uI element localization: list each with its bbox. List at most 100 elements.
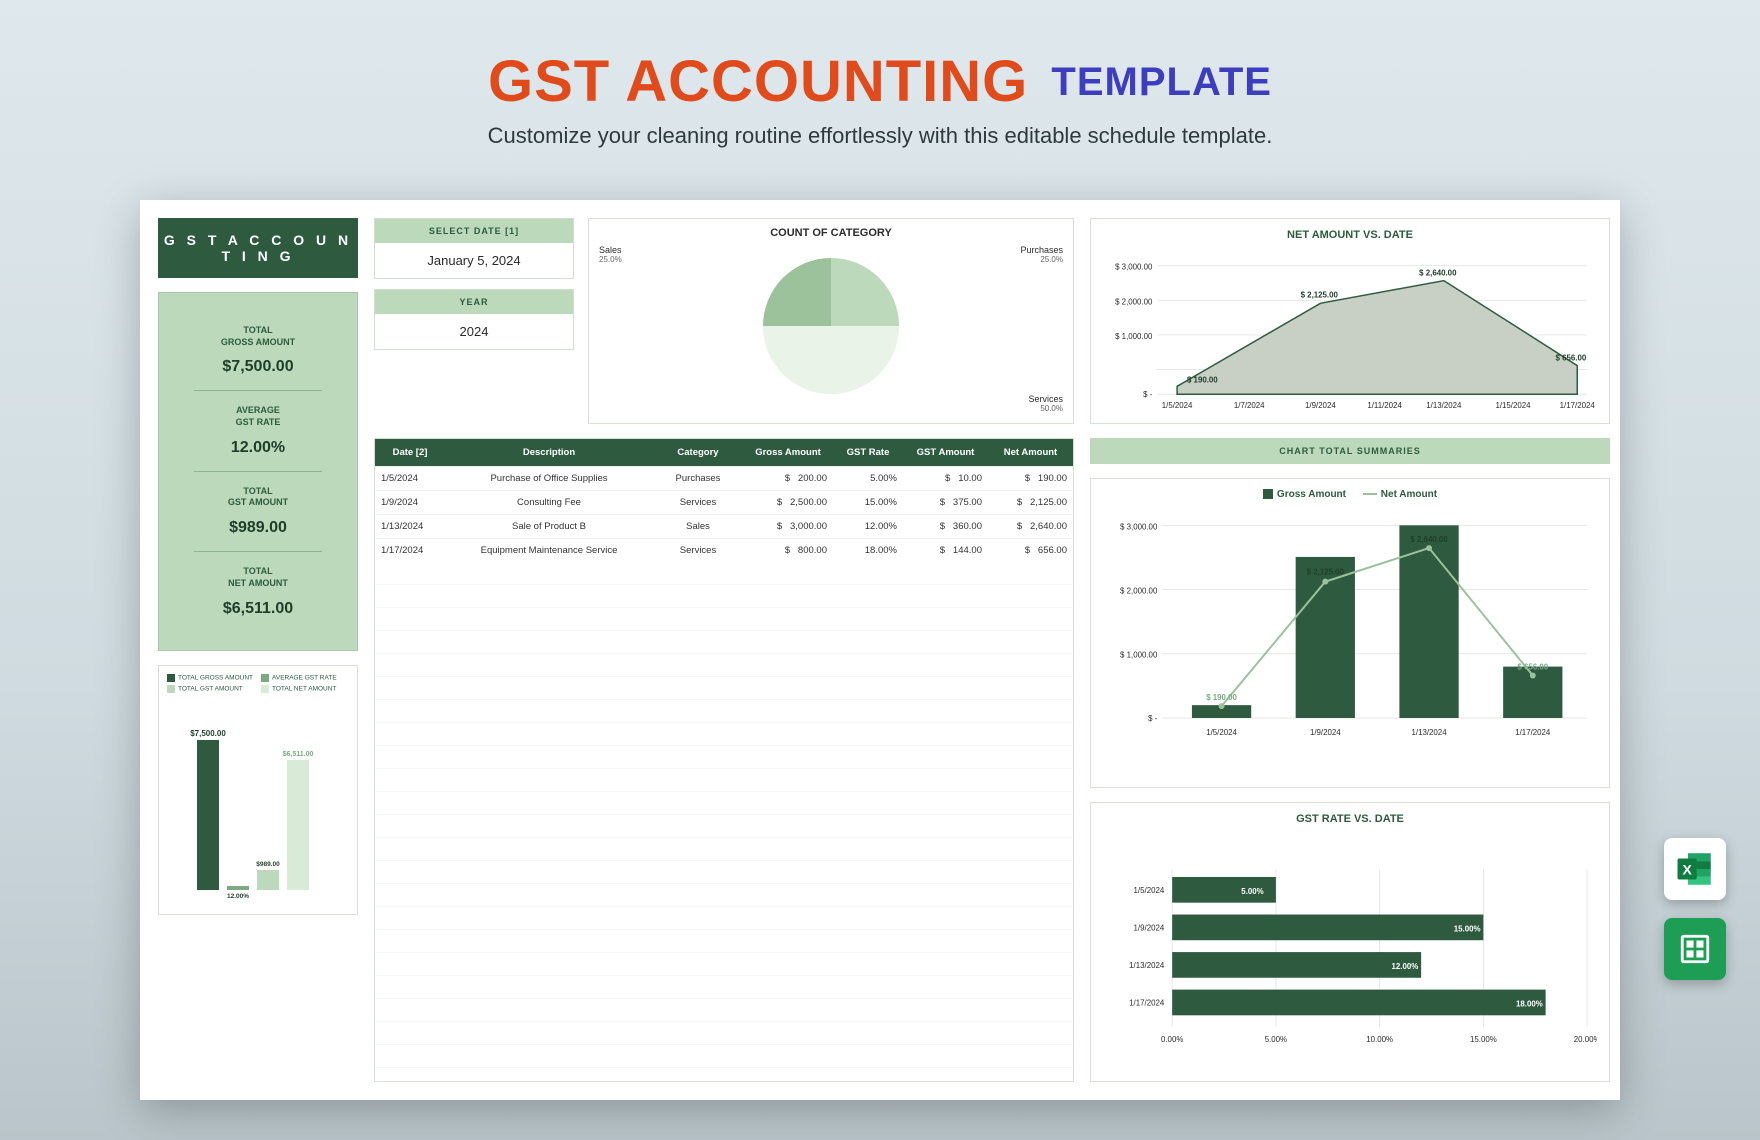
svg-text:$7,500.00: $7,500.00 <box>190 729 226 738</box>
svg-text:$ -: $ - <box>1148 714 1158 723</box>
pie-title: COUNT OF CATEGORY <box>603 227 1059 239</box>
legend-gst-amt: TOTAL GST AMOUNT <box>167 685 255 693</box>
svg-text:$ 190.00: $ 190.00 <box>1206 693 1237 702</box>
google-sheets-icon <box>1664 918 1726 980</box>
year-picker[interactable]: YEAR 2024 <box>374 289 574 350</box>
combo-svg: $ 3,000.00 $ 2,000.00 $ 1,000.00 $ - $ 1… <box>1103 504 1597 764</box>
mini-bars-svg: $7,500.00 12.00% $989.00 $6,511.00 <box>177 716 347 904</box>
date-picker-label: SELECT DATE [1] <box>375 219 573 243</box>
left-column: G S T A C C O U N T I N G TOTALGROSS AMO… <box>158 218 358 1082</box>
template-canvas: G S T A C C O U N T I N G TOTALGROSS AMO… <box>140 200 1620 1100</box>
svg-text:1/7/2024: 1/7/2024 <box>1234 401 1265 410</box>
hbar-title: GST RATE VS. DATE <box>1103 813 1597 825</box>
stat-net-label: TOTALNET AMOUNT <box>167 566 349 589</box>
title-main: GST ACCOUNTING <box>488 49 1028 114</box>
line-icon <box>1363 493 1377 495</box>
table-row[interactable]: 1/13/2024Sale of Product BSales$ 3,000.0… <box>375 515 1073 539</box>
svg-text:10.00%: 10.00% <box>1366 1035 1393 1044</box>
stat-gross-label: TOTALGROSS AMOUNT <box>167 325 349 348</box>
svg-text:1/5/2024: 1/5/2024 <box>1206 728 1237 737</box>
stat-net-value: $6,511.00 <box>167 600 349 618</box>
table-row[interactable]: 1/5/2024Purchase of Office SuppliesPurch… <box>375 467 1073 491</box>
svg-text:1/5/2024: 1/5/2024 <box>1134 886 1165 895</box>
svg-text:$ 1,000.00: $ 1,000.00 <box>1120 651 1158 660</box>
pie-label-services: Services50.0% <box>1028 394 1063 413</box>
svg-text:$ 2,000.00: $ 2,000.00 <box>1115 297 1153 306</box>
net-chart-title: NET AMOUNT VS. DATE <box>1103 229 1597 241</box>
svg-text:18.00%: 18.00% <box>1516 999 1543 1008</box>
marketing-header: GST ACCOUNTING TEMPLATE Customize your c… <box>0 0 1760 149</box>
svg-text:1/13/2024: 1/13/2024 <box>1426 401 1462 410</box>
svg-text:1/9/2024: 1/9/2024 <box>1310 728 1341 737</box>
svg-text:$ 2,125.00: $ 2,125.00 <box>1307 568 1345 577</box>
category-pie-chart: COUNT OF CATEGORY Sales25.0% Purcha <box>588 218 1074 424</box>
table-row[interactable]: 1/17/2024Equipment Maintenance ServiceSe… <box>375 539 1073 563</box>
table-row[interactable]: 1/9/2024Consulting FeeServices$ 2,500.00… <box>375 491 1073 515</box>
format-badges: X <box>1664 838 1726 980</box>
svg-text:$ 2,125.00: $ 2,125.00 <box>1301 290 1339 299</box>
svg-text:$ -: $ - <box>1143 390 1153 399</box>
panel-heading: G S T A C C O U N T I N G <box>158 218 358 278</box>
svg-text:1/13/2024: 1/13/2024 <box>1411 728 1447 737</box>
svg-text:1/15/2024: 1/15/2024 <box>1495 401 1531 410</box>
stat-net: TOTALNET AMOUNT $6,511.00 <box>167 552 349 631</box>
svg-text:1/17/2024: 1/17/2024 <box>1560 401 1596 410</box>
svg-text:20.00%: 20.00% <box>1574 1035 1597 1044</box>
svg-text:$989.00: $989.00 <box>256 861 280 868</box>
legend-gross: TOTAL GROSS AMOUNT <box>167 674 255 682</box>
stat-avg-rate-label: AVERAGEGST RATE <box>167 405 349 428</box>
legend-avg-rate: AVERAGE GST RATE <box>261 674 349 682</box>
title-suffix: TEMPLATE <box>1051 60 1272 104</box>
svg-text:$ 1,000.00: $ 1,000.00 <box>1115 332 1153 341</box>
page-title: GST ACCOUNTING TEMPLATE <box>0 48 1760 115</box>
svg-text:12.00%: 12.00% <box>1391 962 1418 971</box>
legend-net-amt: TOTAL NET AMOUNT <box>261 685 349 693</box>
empty-rows <box>375 562 1073 1081</box>
svg-text:$ 2,640.00: $ 2,640.00 <box>1419 269 1457 278</box>
excel-icon: X <box>1664 838 1726 900</box>
svg-text:$ 3,000.00: $ 3,000.00 <box>1120 522 1158 531</box>
svg-text:0.00%: 0.00% <box>1161 1035 1183 1044</box>
pie-label-purchases: Purchases25.0% <box>1020 245 1063 264</box>
filters: SELECT DATE [1] January 5, 2024 YEAR 202… <box>374 218 574 350</box>
stat-gst-amount-label: TOTALGST AMOUNT <box>167 486 349 509</box>
stat-gross: TOTALGROSS AMOUNT $7,500.00 <box>167 311 349 390</box>
svg-text:$ 656.00: $ 656.00 <box>1517 663 1548 672</box>
svg-text:1/9/2024: 1/9/2024 <box>1134 923 1165 932</box>
gst-rate-hbar-chart: GST RATE VS. DATE 5.00% 15.00% 12.00% 18… <box>1090 802 1610 1082</box>
summary-stats: TOTALGROSS AMOUNT $7,500.00 AVERAGEGST R… <box>158 292 358 651</box>
svg-text:1/9/2024: 1/9/2024 <box>1305 401 1336 410</box>
right-column: NET AMOUNT VS. DATE $ 3,000.00 $ 2,000.0… <box>1090 218 1610 1082</box>
stat-gross-value: $7,500.00 <box>167 358 349 376</box>
gross-net-combo-chart: Gross Amount Net Amount $ 3,000.00 $ 2,0… <box>1090 478 1610 788</box>
year-picker-value: 2024 <box>375 314 573 349</box>
square-icon <box>1263 489 1273 499</box>
page-subtitle: Customize your cleaning routine effortle… <box>0 123 1760 149</box>
date-picker-value: January 5, 2024 <box>375 243 573 278</box>
stat-avg-rate-value: 12.00% <box>167 439 349 457</box>
svg-text:5.00%: 5.00% <box>1241 887 1263 896</box>
svg-text:5.00%: 5.00% <box>1265 1035 1287 1044</box>
svg-text:$ 2,640.00: $ 2,640.00 <box>1410 535 1448 544</box>
combo-legend: Gross Amount Net Amount <box>1103 489 1597 500</box>
pie-svg <box>746 241 916 411</box>
table-body: 1/5/2024Purchase of Office SuppliesPurch… <box>375 467 1073 563</box>
svg-text:1/17/2024: 1/17/2024 <box>1515 728 1551 737</box>
svg-text:15.00%: 15.00% <box>1470 1035 1497 1044</box>
totals-bar-chart: TOTAL GROSS AMOUNT AVERAGE GST RATE TOTA… <box>158 665 358 915</box>
year-picker-label: YEAR <box>375 290 573 314</box>
svg-text:12.00%: 12.00% <box>227 893 249 900</box>
svg-text:$ 190.00: $ 190.00 <box>1187 375 1218 384</box>
svg-text:1/13/2024: 1/13/2024 <box>1129 961 1165 970</box>
transactions-table: Date [2] Description Category Gross Amou… <box>374 438 1074 1082</box>
svg-text:$ 2,000.00: $ 2,000.00 <box>1120 586 1158 595</box>
pie-label-sales: Sales25.0% <box>599 245 622 264</box>
svg-text:X: X <box>1682 861 1692 877</box>
date-picker[interactable]: SELECT DATE [1] January 5, 2024 <box>374 218 574 279</box>
middle-column: SELECT DATE [1] January 5, 2024 YEAR 202… <box>374 218 1074 1082</box>
stat-gst-amount-value: $989.00 <box>167 519 349 537</box>
stat-avg-rate: AVERAGEGST RATE 12.00% <box>167 391 349 470</box>
chart-summaries-label: CHART TOTAL SUMMARIES <box>1090 438 1610 464</box>
svg-text:1/5/2024: 1/5/2024 <box>1162 401 1193 410</box>
svg-text:$6,511.00: $6,511.00 <box>283 751 314 758</box>
